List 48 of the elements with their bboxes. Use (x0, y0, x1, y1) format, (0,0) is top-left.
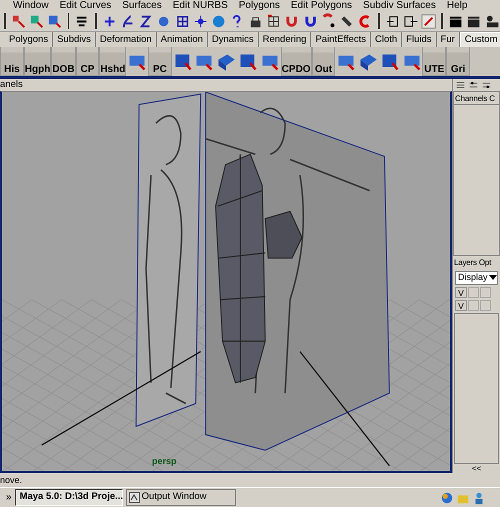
layer-template-toggle[interactable] (468, 300, 479, 310)
app-window-icon (128, 492, 140, 503)
shelf-button[interactable]: Out (312, 47, 336, 76)
shelf-button[interactable]: UTE (422, 47, 446, 76)
menu-item[interactable]: Surfaces (122, 1, 162, 11)
layer-visibility-toggle[interactable]: V (455, 286, 467, 298)
layer-template-toggle[interactable] (468, 286, 479, 298)
dropdown-arrow-icon (489, 274, 497, 280)
shelf-tool-icon[interactable] (358, 52, 378, 72)
panel-layout-icon[interactable] (455, 80, 466, 90)
layer-reference-toggle[interactable] (480, 300, 491, 310)
layers-menu-item[interactable]: Opt (478, 256, 492, 270)
shelf-tool-icon[interactable] (380, 52, 400, 72)
shelf-tool-icon[interactable] (216, 52, 236, 72)
panels-menu[interactable]: anels (0, 79, 452, 91)
display-dropdown[interactable]: Display (455, 270, 498, 284)
taskbar-button[interactable]: Output Window (126, 489, 236, 506)
layers-menu-item[interactable]: Layers (454, 256, 477, 270)
shelf-button[interactable]: PC (148, 47, 172, 76)
taskbar-button[interactable]: Maya 5.0: D:\3d Proje... (14, 489, 123, 506)
channel-box-tab[interactable]: C (489, 92, 495, 104)
shelf-button[interactable]: CP (76, 47, 100, 76)
panel-layout-icon[interactable] (468, 80, 479, 90)
layer-visibility-toggle[interactable]: V (455, 300, 467, 310)
menu-item[interactable]: Window (13, 1, 49, 11)
tray-icon[interactable] (440, 490, 454, 504)
shelf-button[interactable]: CPDO (280, 47, 312, 76)
shelf-button[interactable]: Gri (446, 47, 470, 76)
menu-item[interactable]: Subdiv Surfaces (363, 1, 436, 11)
shelf-button[interactable]: Hshd (99, 47, 126, 76)
shelf-button[interactable]: Hgph (24, 47, 52, 76)
camera-label: persp (152, 454, 177, 468)
shelf-tool-icon[interactable] (172, 52, 193, 72)
shelf-tab[interactable]: Custom (460, 32, 500, 47)
panel-layout-icon[interactable] (481, 80, 492, 90)
help-line: nove. (0, 474, 24, 487)
layer-reference-toggle[interactable] (480, 286, 491, 298)
shelf-tool-icon[interactable] (238, 52, 258, 72)
menu-item[interactable]: Edit Curves (60, 1, 112, 11)
channel-box-tab[interactable]: Channels (455, 92, 488, 104)
menu-item[interactable]: Polygons (238, 1, 280, 11)
menu-item[interactable]: Edit NURBS (172, 1, 228, 11)
taskbar-chevron[interactable]: » (6, 490, 12, 505)
shelf-button[interactable]: His (0, 47, 24, 76)
menu-item[interactable]: Edit Polygons (290, 1, 352, 11)
pencil-icon[interactable] (421, 12, 436, 30)
menu-item[interactable]: Help (446, 1, 468, 11)
shelf-button[interactable]: DOB (51, 47, 76, 76)
